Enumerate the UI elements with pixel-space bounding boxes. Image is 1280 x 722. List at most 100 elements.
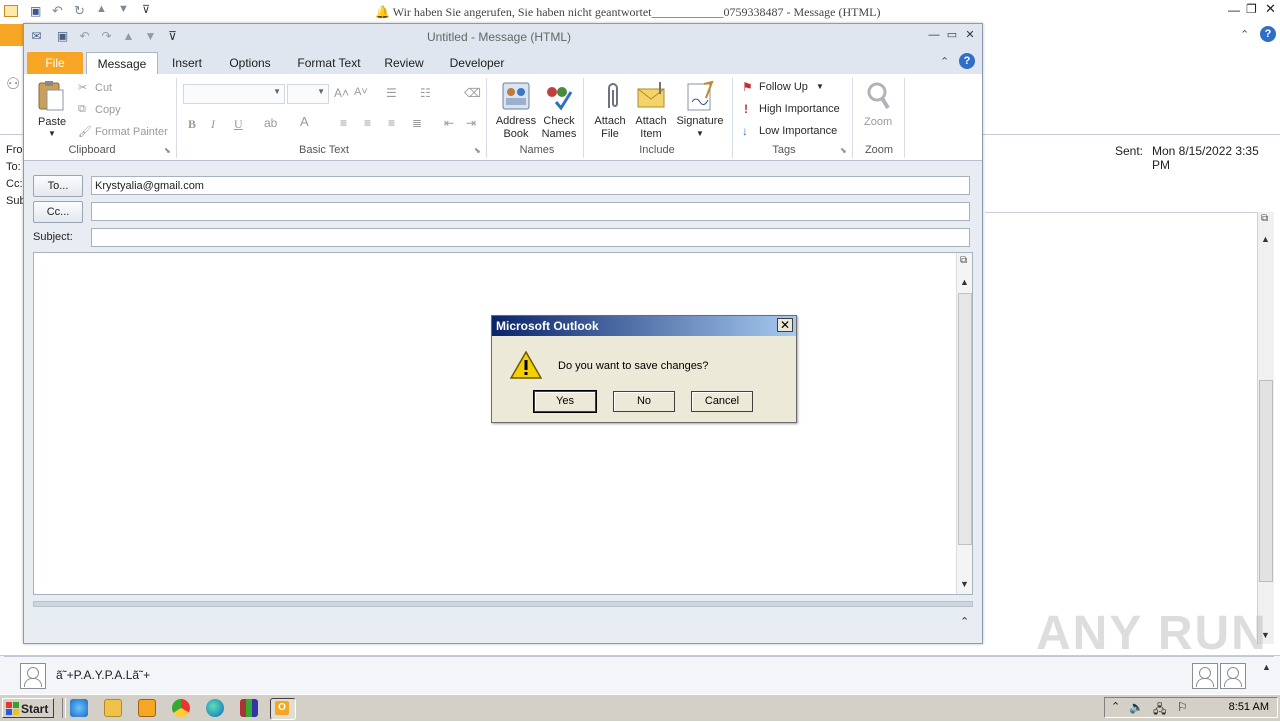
maximize-icon[interactable]: ▭ [946, 29, 958, 41]
customize-qat-icon[interactable]: ⊽ [166, 30, 179, 43]
italic-button[interactable]: I [211, 117, 215, 132]
people-pane-expand-icon[interactable]: ▲ [1262, 662, 1271, 672]
paperclip-icon[interactable] [596, 80, 628, 112]
zoom-icon[interactable] [864, 80, 896, 112]
bold-button[interactable]: B [188, 117, 196, 132]
message-body-editor[interactable]: ⧉ ▲ ▼ [33, 252, 973, 595]
address-book-button[interactable]: Address Book [495, 115, 537, 141]
attach-file-button[interactable]: Attach File [590, 115, 630, 141]
outlook-taskbar-button[interactable]: O [270, 698, 296, 720]
cancel-button[interactable]: Cancel [691, 391, 753, 412]
clear-formatting-icon[interactable]: ⌫ [464, 86, 481, 100]
undo-icon[interactable]: ↶ [52, 3, 63, 19]
justify-icon[interactable]: ≣ [412, 116, 422, 130]
internet-explorer-icon[interactable] [70, 699, 88, 717]
clock[interactable]: 8:51 AM [1229, 701, 1269, 713]
scroll-options-icon[interactable]: ⧉ [960, 255, 967, 266]
scroll-up-icon[interactable]: ▲ [960, 277, 969, 287]
close-icon[interactable]: ✕ [964, 29, 976, 41]
high-importance-button[interactable]: High Importance [759, 103, 840, 115]
body-vertical-scrollbar[interactable]: ⧉ ▲ ▼ [956, 253, 972, 594]
paste-dropdown-icon[interactable]: ▼ [48, 129, 56, 138]
to-field[interactable]: Krystyalia@gmail.com [91, 176, 970, 195]
action-center-flag-icon[interactable]: ⚐ [1177, 700, 1188, 714]
redo-icon[interactable]: ↻ [74, 3, 85, 19]
align-left-icon[interactable]: ≡ [340, 116, 347, 130]
attach-item-button[interactable]: Attach Item [631, 115, 671, 141]
subject-field[interactable] [91, 228, 970, 247]
basic-text-launcher-icon[interactable]: ⬊ [474, 146, 481, 155]
customize-qat-icon[interactable]: ⊽ [142, 3, 150, 16]
dialog-close-button[interactable]: ✕ [777, 318, 793, 332]
close-icon[interactable]: ✕ [1265, 1, 1276, 17]
scroll-options-icon[interactable]: ⧉ [1261, 213, 1268, 224]
chrome-icon[interactable] [172, 699, 190, 717]
save-icon[interactable]: ▣ [30, 4, 41, 18]
signature-icon[interactable] [684, 80, 716, 112]
address-book-icon[interactable] [500, 80, 532, 112]
low-importance-button[interactable]: Low Importance [759, 125, 837, 137]
check-names-button[interactable]: Check Names [539, 115, 579, 141]
tab-review[interactable]: Review [376, 52, 432, 74]
check-names-icon[interactable] [542, 80, 574, 112]
network-icon[interactable]: 🖧 [1153, 700, 1166, 721]
background-vertical-scrollbar[interactable]: ⧉ ▲ ▼ [1257, 212, 1274, 644]
bullets-icon[interactable]: ☰ [386, 86, 397, 100]
ribbon-collapse-icon[interactable]: ⌃ [1240, 28, 1249, 41]
minimize-icon[interactable]: — [1228, 3, 1240, 17]
help-icon[interactable]: ? [959, 53, 975, 69]
format-painter-button[interactable]: Format Painter [95, 126, 168, 138]
grow-font-icon[interactable]: A˄ [334, 86, 349, 100]
tab-format-text[interactable]: Format Text [290, 52, 368, 74]
ribbon-collapse-icon[interactable]: ⌃ [940, 55, 949, 68]
no-button[interactable]: No [613, 391, 675, 412]
cc-field[interactable] [91, 202, 970, 221]
undo-icon[interactable]: ↶ [78, 30, 91, 43]
sender-avatar[interactable] [20, 663, 46, 689]
tags-launcher-icon[interactable]: ⬊ [840, 146, 847, 155]
cc-button[interactable]: Cc... [33, 201, 83, 223]
tab-file[interactable]: File [27, 52, 83, 74]
shrink-font-icon[interactable]: A˅ [354, 86, 368, 98]
increase-indent-icon[interactable]: ⇥ [466, 116, 476, 130]
up-arrow-icon[interactable]: ▲ [96, 3, 107, 15]
restore-icon[interactable]: ❐ [1246, 2, 1257, 16]
down-arrow-icon[interactable]: ▼ [144, 30, 157, 43]
follow-up-dropdown-icon[interactable]: ▼ [816, 82, 824, 91]
clipboard-launcher-icon[interactable]: ⬊ [164, 146, 171, 155]
compose-splitter[interactable] [33, 601, 973, 607]
volume-icon[interactable]: 🔈 [1129, 700, 1144, 714]
down-arrow-icon[interactable]: ▼ [118, 3, 129, 15]
to-button[interactable]: To... [33, 175, 83, 197]
highlight-icon[interactable]: ab [264, 116, 277, 130]
media-player-icon[interactable] [138, 699, 156, 717]
tab-options[interactable]: Options [220, 52, 280, 74]
attach-item-icon[interactable] [636, 80, 668, 112]
cut-button[interactable]: Cut [95, 82, 112, 94]
paste-icon[interactable] [36, 80, 68, 112]
yes-button[interactable]: Yes [533, 390, 597, 413]
font-name-select[interactable]: ▼ [183, 84, 285, 104]
scroll-up-icon[interactable]: ▲ [1261, 234, 1270, 244]
decrease-indent-icon[interactable]: ⇤ [444, 116, 454, 130]
contact-avatar-2[interactable] [1220, 663, 1246, 689]
help-icon[interactable]: ? [1260, 26, 1276, 42]
tab-insert[interactable]: Insert [162, 52, 212, 74]
align-center-icon[interactable]: ≡ [364, 116, 371, 130]
save-icon[interactable]: ▣ [56, 30, 69, 43]
tab-message[interactable]: Message [86, 52, 158, 75]
background-file-tab[interactable] [0, 24, 24, 46]
expand-pane-icon[interactable]: ⌃ [960, 615, 969, 628]
zoom-button[interactable]: Zoom [864, 116, 892, 128]
contact-avatar-1[interactable] [1192, 663, 1218, 689]
tab-developer[interactable]: Developer [442, 52, 512, 74]
scroll-thumb[interactable] [1259, 380, 1273, 582]
redo-icon[interactable]: ↷ [100, 30, 113, 43]
copy-button[interactable]: Copy [95, 104, 121, 116]
sender-name[interactable]: ã˜+P.A.Y.P.A.Lã˜+ [56, 668, 150, 682]
minimize-icon[interactable]: — [928, 29, 940, 41]
start-button[interactable]: Start [2, 698, 54, 718]
scroll-thumb[interactable] [958, 293, 972, 545]
signature-button[interactable]: Signature [676, 115, 724, 127]
winrar-icon[interactable] [240, 699, 258, 717]
